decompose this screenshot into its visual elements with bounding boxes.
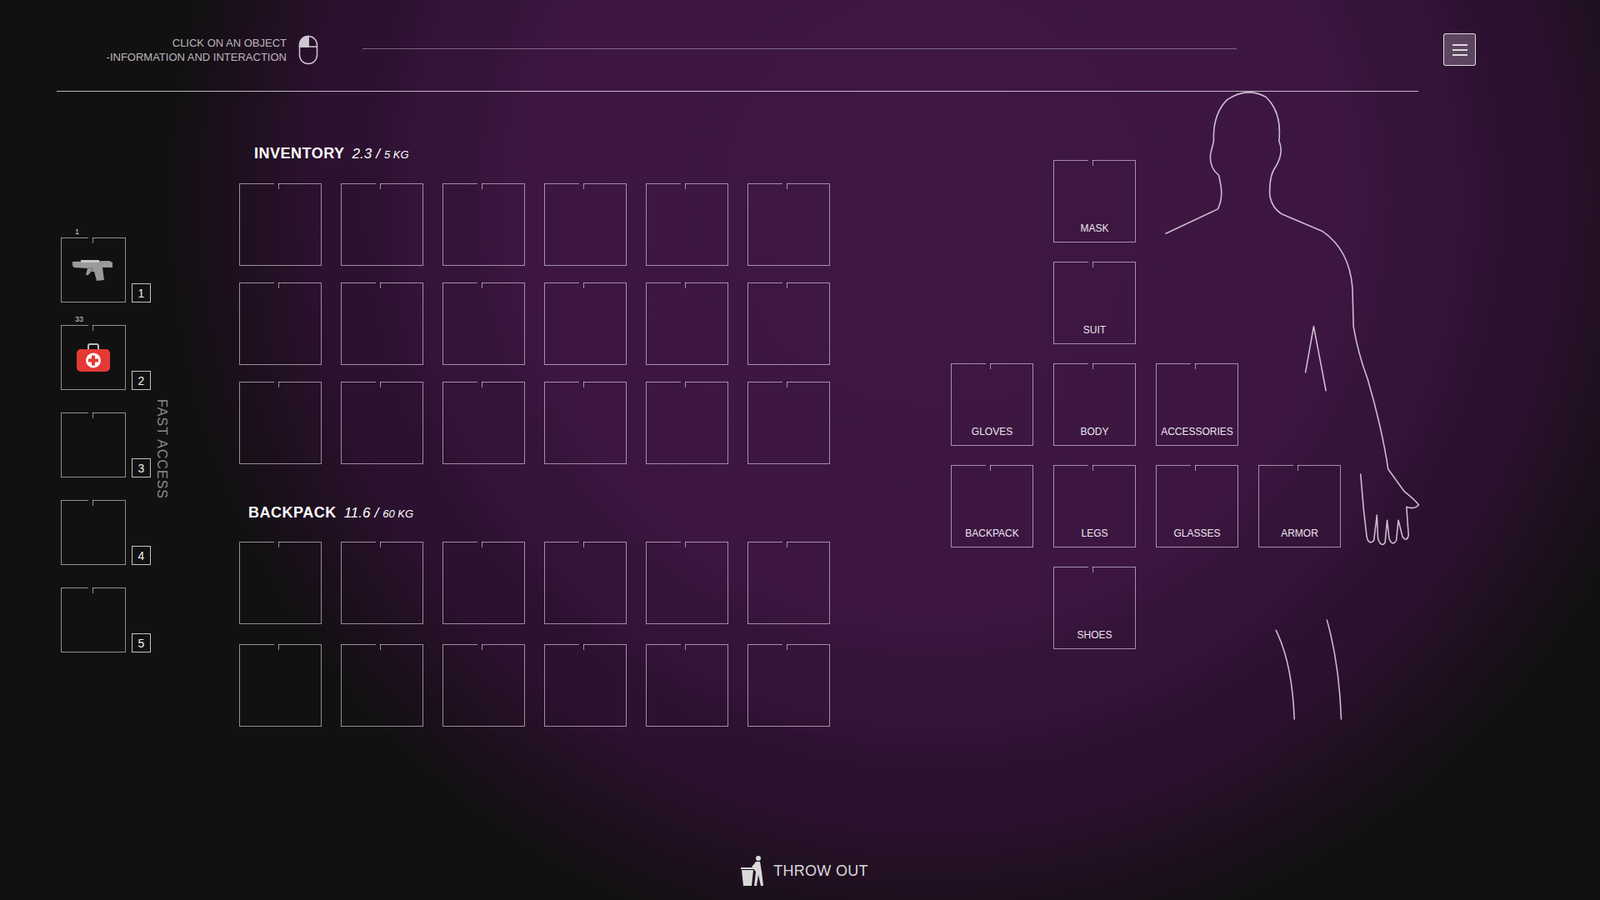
- backpack-slot[interactable]: [747, 541, 830, 625]
- equipment-slot[interactable]: GLOVES: [950, 363, 1034, 446]
- equipment-slot[interactable]: ACCESSORIES: [1155, 363, 1239, 446]
- equipment-slot[interactable]: SUIT: [1053, 261, 1136, 345]
- backpack-name: BACKPACK: [248, 502, 337, 523]
- backpack-grid: [239, 541, 830, 727]
- throw-out-button[interactable]: THROW OUT: [731, 855, 869, 887]
- throw-out-label: THROW OUT: [773, 862, 869, 880]
- backpack-slot[interactable]: [747, 644, 830, 727]
- fast-access-slot[interactable]: 4: [60, 500, 126, 565]
- header-divider: [362, 48, 1237, 50]
- inventory-title: INVENTORY 2.3/5 KG: [239, 143, 830, 165]
- inventory-slot[interactable]: [645, 381, 729, 465]
- equipment-label: SUIT: [1083, 324, 1106, 336]
- hotkey-badge: 3: [131, 458, 151, 478]
- equipment-label: GLASSES: [1173, 527, 1220, 540]
- medkit-icon: [75, 342, 111, 373]
- backpack-slot[interactable]: [340, 541, 424, 625]
- equipment-label: GLOVES: [971, 425, 1013, 438]
- equipment-label: BACKPACK: [965, 527, 1019, 540]
- inventory-screen: CLICK ON AN OBJECT-INFORMATION AND INTER…: [0, 0, 1600, 900]
- hint-line: -INFORMATION AND INTERACTION: [106, 50, 287, 65]
- inventory-slot[interactable]: [747, 183, 830, 266]
- backpack-slot[interactable]: [442, 644, 525, 727]
- equipment-slot[interactable]: BODY: [1053, 363, 1136, 446]
- equipment-label: SHOES: [1076, 629, 1112, 641]
- hotkey-badge: 2: [131, 370, 151, 390]
- inventory-slot[interactable]: [442, 381, 525, 465]
- backpack-slot[interactable]: [442, 541, 525, 625]
- inventory-slot[interactable]: [442, 183, 525, 266]
- item-count: 1: [75, 227, 80, 236]
- fast-access-slot[interactable]: 11: [60, 237, 126, 303]
- equipment: MASK SUIT GLOVES BODY ACCESSORIES BACKPACK LEG…: [950, 160, 1341, 650]
- hotkey-badge: 4: [131, 545, 151, 565]
- equipment-label: MASK: [1080, 222, 1109, 235]
- header-rule: [56, 90, 1419, 92]
- equipment-label: LEGS: [1080, 527, 1108, 540]
- fast-access-slot[interactable]: 3: [60, 412, 126, 478]
- inventory-weight: 2.3: [352, 144, 373, 165]
- main-area: 11332345FAST ACCESSINVENTORY2.3/5 KGBACK…: [0, 91, 1600, 727]
- hotkey-badge: 1: [131, 283, 151, 303]
- hint-text: CLICK ON AN OBJECT-INFORMATION AND INTER…: [76, 35, 287, 65]
- fast-access-slot[interactable]: 332: [60, 325, 126, 390]
- hamburger-icon: [1451, 43, 1469, 57]
- trash-icon: [740, 855, 765, 887]
- item-count: 33: [75, 315, 84, 324]
- inventory-slot[interactable]: [442, 282, 525, 365]
- fast-access-label: FAST ACCESS: [154, 399, 170, 500]
- hotkey-badge: 5: [131, 633, 151, 653]
- inventory-slot[interactable]: [544, 282, 627, 365]
- inventory-slot[interactable]: [239, 282, 322, 365]
- header: CLICK ON AN OBJECT-INFORMATION AND INTER…: [0, 0, 1600, 66]
- backpack-weight: 11.6: [344, 503, 371, 524]
- equipment-slot[interactable]: MASK: [1053, 160, 1136, 243]
- weight-separator: /: [375, 144, 380, 165]
- inventory-slot[interactable]: [340, 282, 424, 365]
- inventory-slot[interactable]: [340, 183, 424, 266]
- equipment-label: BODY: [1080, 425, 1109, 438]
- inventory-slot[interactable]: [645, 282, 729, 365]
- backpack-slot[interactable]: [239, 541, 322, 625]
- backpack-slot[interactable]: [239, 644, 322, 727]
- equipment-label: ACCESSORIES: [1160, 425, 1234, 438]
- equipment-slot[interactable]: ARMOR: [1258, 465, 1341, 548]
- storage: INVENTORY2.3/5 KGBACKPACK11.6/60 KG: [239, 143, 830, 727]
- backpack-slot[interactable]: [645, 644, 729, 727]
- inventory-slot[interactable]: [239, 183, 322, 266]
- inventory-slot[interactable]: [747, 282, 830, 365]
- backpack-slot[interactable]: [544, 644, 627, 727]
- inventory-grid: [239, 183, 830, 465]
- inventory-name: INVENTORY: [254, 143, 345, 164]
- inventory-slot[interactable]: [340, 381, 424, 465]
- inventory-slot[interactable]: [544, 183, 627, 266]
- inventory-slot[interactable]: [645, 183, 729, 266]
- inventory-capacity: 5 KG: [384, 145, 410, 165]
- inventory-slot[interactable]: [747, 381, 830, 465]
- equipment-slot[interactable]: GLASSES: [1155, 465, 1239, 548]
- pistol-icon: [70, 256, 116, 284]
- backpack-title: BACKPACK 11.6/60 KG: [239, 502, 830, 525]
- equipment-slot[interactable]: SHOES: [1053, 566, 1136, 650]
- backpack-slot[interactable]: [340, 644, 424, 727]
- mouse-icon: [298, 35, 319, 65]
- inventory-slot[interactable]: [239, 381, 322, 465]
- fast-access-slot[interactable]: 5: [60, 587, 126, 653]
- inventory-slot[interactable]: [544, 381, 627, 465]
- weight-separator: /: [375, 503, 380, 524]
- backpack-slot[interactable]: [544, 541, 627, 625]
- backpack-slot[interactable]: [645, 541, 729, 625]
- equipment-slot[interactable]: BACKPACK: [950, 465, 1034, 548]
- fast-access: 11332345FAST ACCESS: [60, 237, 150, 653]
- equipment-slot[interactable]: LEGS: [1053, 465, 1136, 548]
- body-silhouette-icon: [1153, 86, 1430, 725]
- backpack-capacity: 60 KG: [382, 504, 414, 525]
- equipment-label: ARMOR: [1280, 527, 1319, 540]
- footer: THROW OUT: [0, 855, 1600, 900]
- hint-line: CLICK ON AN OBJECT: [172, 35, 287, 50]
- menu-button[interactable]: [1443, 33, 1476, 66]
